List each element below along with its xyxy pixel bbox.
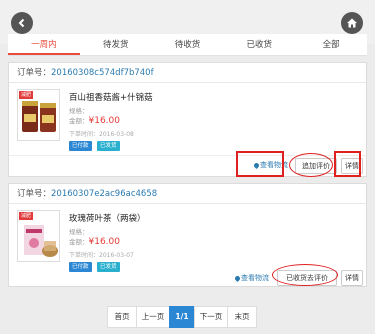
product-name[interactable]: 玫瑰荷叶茶（两袋）: [69, 212, 146, 224]
order-number: 订单号：20160308c574df7b740f: [9, 63, 366, 83]
tab-pending-shipment[interactable]: 待发货: [80, 34, 152, 55]
details-button[interactable]: 详情: [341, 270, 363, 286]
status-badge: 已付款: [69, 262, 92, 272]
tab-week[interactable]: 一周内: [8, 34, 80, 55]
status-badge: 已付款: [69, 141, 92, 151]
home-button[interactable]: [341, 12, 363, 34]
chevron-left-icon: [18, 18, 25, 28]
order-number: 订单号：20160307e2ac96ac4658: [9, 184, 366, 204]
tab-pending-receipt[interactable]: 待收货: [152, 34, 224, 55]
prev-page-button[interactable]: 上一页: [136, 306, 170, 328]
tab-all[interactable]: 全部: [295, 34, 367, 55]
highlight-received-oval: [272, 264, 338, 286]
highlight-logistics-box: [236, 151, 284, 177]
next-page-button[interactable]: 下一页: [194, 306, 228, 328]
product-name[interactable]: 百山祖香菇酱+什锦菇: [69, 91, 153, 103]
highlight-review-oval: [289, 153, 333, 177]
order-date: 下单时间：2016-03-08: [69, 131, 134, 138]
product-image[interactable]: 减肥: [17, 210, 60, 262]
pagination: 首页 上一页 1/1 下一页 末页: [107, 306, 257, 328]
tab-received[interactable]: 已收货: [223, 34, 295, 55]
product-spec: 规格：: [69, 107, 89, 115]
back-button[interactable]: [11, 12, 33, 34]
current-page[interactable]: 1/1: [169, 306, 195, 328]
order-status-tabs: 一周内 待发货 待收货 已收货 全部: [8, 34, 367, 56]
order-amount: 金额：¥16.00: [69, 237, 120, 247]
first-page-button[interactable]: 首页: [107, 306, 137, 328]
home-icon: [347, 18, 357, 28]
view-logistics-link[interactable]: 查看物流: [233, 273, 269, 283]
last-page-button[interactable]: 末页: [227, 306, 257, 328]
order-date: 下单时间：2016-03-07: [69, 252, 134, 259]
highlight-details-box: [334, 151, 361, 177]
product-image[interactable]: 减肥: [17, 89, 60, 141]
status-badge: 已发货: [97, 141, 120, 151]
product-spec: 规格：: [69, 228, 89, 236]
location-pin-icon: [233, 274, 242, 282]
order-amount: 金额：¥16.00: [69, 116, 120, 126]
status-badge: 已发货: [97, 262, 120, 272]
